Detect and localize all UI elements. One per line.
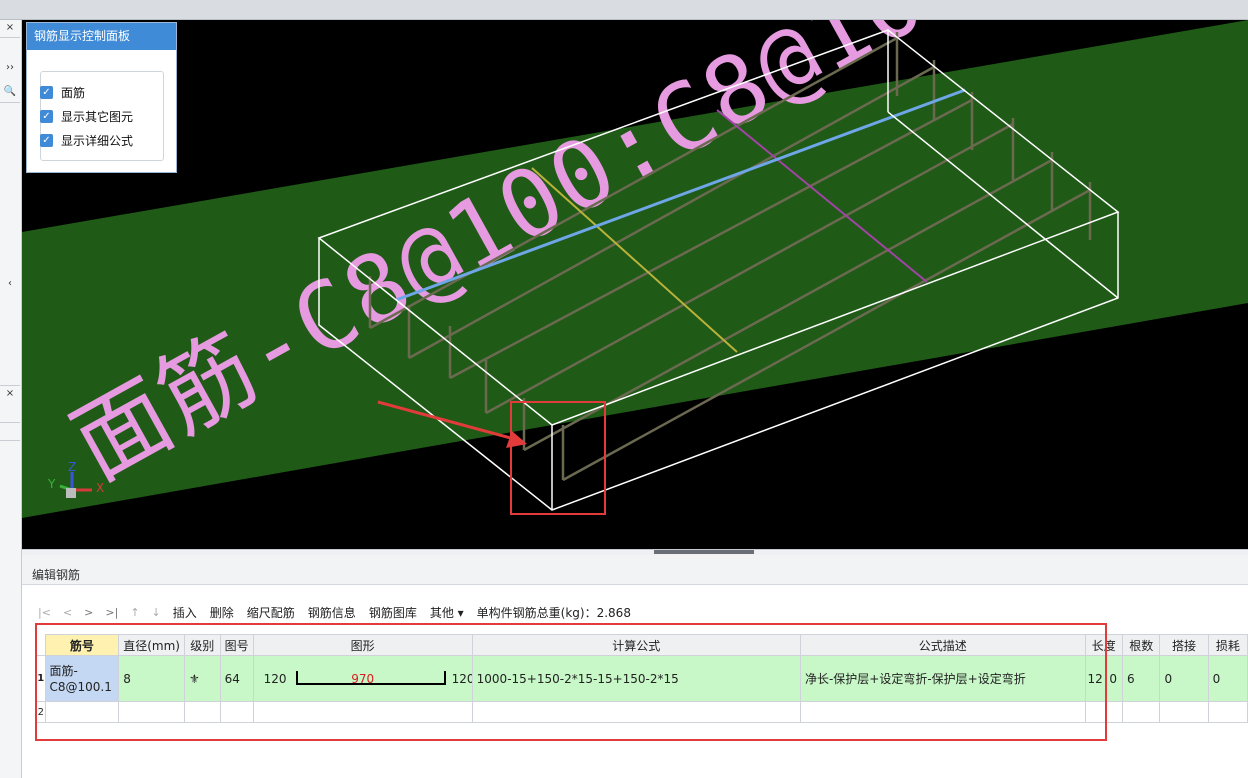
move-down-button[interactable]: ↓ [152,606,161,619]
edit-rebar-panel: 编辑钢筋 |< < > >| ↑ ↓ 插入 删除 缩尺配筋 钢筋信息 钢筋图库 … [22,555,1248,778]
svg-text:Z: Z [68,460,76,474]
delete-button[interactable]: 删除 [210,604,234,621]
splitter-grip[interactable] [654,550,754,554]
close-icon[interactable]: × [0,386,20,402]
cell-code[interactable]: 面筋-C8@100.1 [44,655,120,702]
top-bar [0,0,1248,20]
scale-rebar-button[interactable]: 缩尺配筋 [247,604,295,621]
cell-formula[interactable] [471,701,801,723]
table-row[interactable]: 2 [36,701,1248,723]
cell-lap[interactable]: 0 [1159,655,1209,702]
rebar-table: 筋号 直径(mm) 级别 图号 图形 计算公式 公式描述 长度 根数 搭接 损耗… [36,634,1248,723]
cell-formula[interactable]: 1000-15+150-2*15-15+150-2*15 [471,655,801,702]
column-header[interactable]: 损耗 [1207,634,1248,656]
cell-description[interactable]: 净长-保护层+设定弯折-保护层+设定弯折 [799,655,1086,702]
checkbox-label: 显示其它图元 [61,109,134,124]
total-weight-label: 单构件钢筋总重(kg)：2.868 [476,605,631,620]
rebar-toolbar: |< < > >| ↑ ↓ 插入 删除 缩尺配筋 钢筋信息 钢筋图库 其他 ▾ … [38,603,644,621]
prev-record-button[interactable]: < [63,606,72,619]
column-header[interactable]: 搭接 [1159,634,1209,656]
cell-length2[interactable]: 0 [1106,655,1123,702]
close-icon[interactable]: × [0,20,20,36]
search-icon[interactable]: 🔍 [0,84,20,100]
cell-shape[interactable] [252,701,473,723]
rebar-shape-diagram: 120 970 120 [258,668,471,690]
checkbox-label: 面筋 [61,85,86,100]
checkmark-icon[interactable]: ✓ [40,85,53,99]
column-header[interactable]: 图形 [252,634,473,656]
table-row[interactable]: 1 面筋-C8@100.1 8 ⚜ 64 120 970 120 1000-15… [36,655,1248,702]
cell-shape-no[interactable]: 64 [219,655,254,702]
move-up-button[interactable]: ↑ [130,606,139,619]
cell-lap[interactable] [1159,701,1209,723]
panel-title: 编辑钢筋 [22,555,1248,585]
cell-shape-no[interactable] [219,701,254,723]
first-record-button[interactable]: |< [38,606,51,619]
rebar-library-button[interactable]: 钢筋图库 [369,604,417,621]
rebar-info-button[interactable]: 钢筋信息 [308,604,356,621]
column-header[interactable]: 计算公式 [471,634,801,656]
cell-diameter[interactable] [118,701,185,723]
cell-count[interactable]: 6 [1121,655,1161,702]
cell-length[interactable]: 12 [1084,655,1108,702]
cell-length[interactable] [1084,701,1108,723]
checkmark-icon[interactable]: ✓ [40,109,53,123]
checkbox-show-detailed-formula[interactable]: ✓ 显示详细公式 [40,132,133,148]
row-number: 1 [36,655,46,702]
column-header[interactable]: 长度 [1084,634,1123,656]
divider [0,37,20,38]
3d-viewport[interactable]: 面筋-C8@100:C8@10 [22,20,1248,549]
last-record-button[interactable]: >| [105,606,118,619]
panel-title: 钢筋显示控制面板 [27,23,176,50]
insert-button[interactable]: 插入 [173,604,197,621]
column-header[interactable]: 直径(mm) [118,634,185,656]
next-record-button[interactable]: > [84,606,93,619]
cell-loss[interactable]: 0 [1207,655,1248,702]
row-number: 2 [36,701,46,723]
checkbox-label: 显示详细公式 [61,133,134,148]
divider [0,440,20,441]
cell-shape[interactable]: 120 970 120 [252,655,473,702]
cell-count[interactable] [1121,701,1161,723]
collapse-icon[interactable]: ‹ [0,276,20,292]
cell-length2[interactable] [1106,701,1123,723]
svg-text:X: X [96,481,104,495]
checkmark-icon[interactable]: ✓ [40,133,53,147]
column-header[interactable]: 公式描述 [799,634,1086,656]
shape-right-length: 120 [451,671,472,686]
cell-loss[interactable] [1207,701,1248,723]
row-number-header [36,634,45,656]
cell-description[interactable] [799,701,1086,723]
cell-code[interactable] [44,701,120,723]
cell-grade[interactable] [183,701,221,723]
divider [0,422,20,423]
shape-mid-length: 970 [351,671,375,686]
cell-grade[interactable]: ⚜ [183,655,221,702]
column-header[interactable]: 根数 [1121,634,1161,656]
table-header-row: 筋号 直径(mm) 级别 图号 图形 计算公式 公式描述 长度 根数 搭接 损耗 [36,634,1248,656]
column-header[interactable]: 图号 [219,634,254,656]
rebar-display-control-panel: 钢筋显示控制面板 ✓ 面筋 ✓ 显示其它图元 ✓ 显示详细公式 [26,22,177,173]
divider [0,102,20,103]
checkbox-show-other-elements[interactable]: ✓ 显示其它图元 [40,108,133,124]
cell-diameter[interactable]: 8 [118,655,185,702]
other-dropdown[interactable]: 其他 ▾ [430,604,464,621]
expand-icon[interactable]: ›› [0,60,20,76]
left-dock-strip: × ›› 🔍 ‹ × [0,20,22,778]
checkbox-face-rebar[interactable]: ✓ 面筋 [40,84,85,100]
column-header[interactable]: 筋号 [44,634,120,656]
column-header[interactable]: 级别 [183,634,221,656]
svg-text:Y: Y [47,477,56,491]
